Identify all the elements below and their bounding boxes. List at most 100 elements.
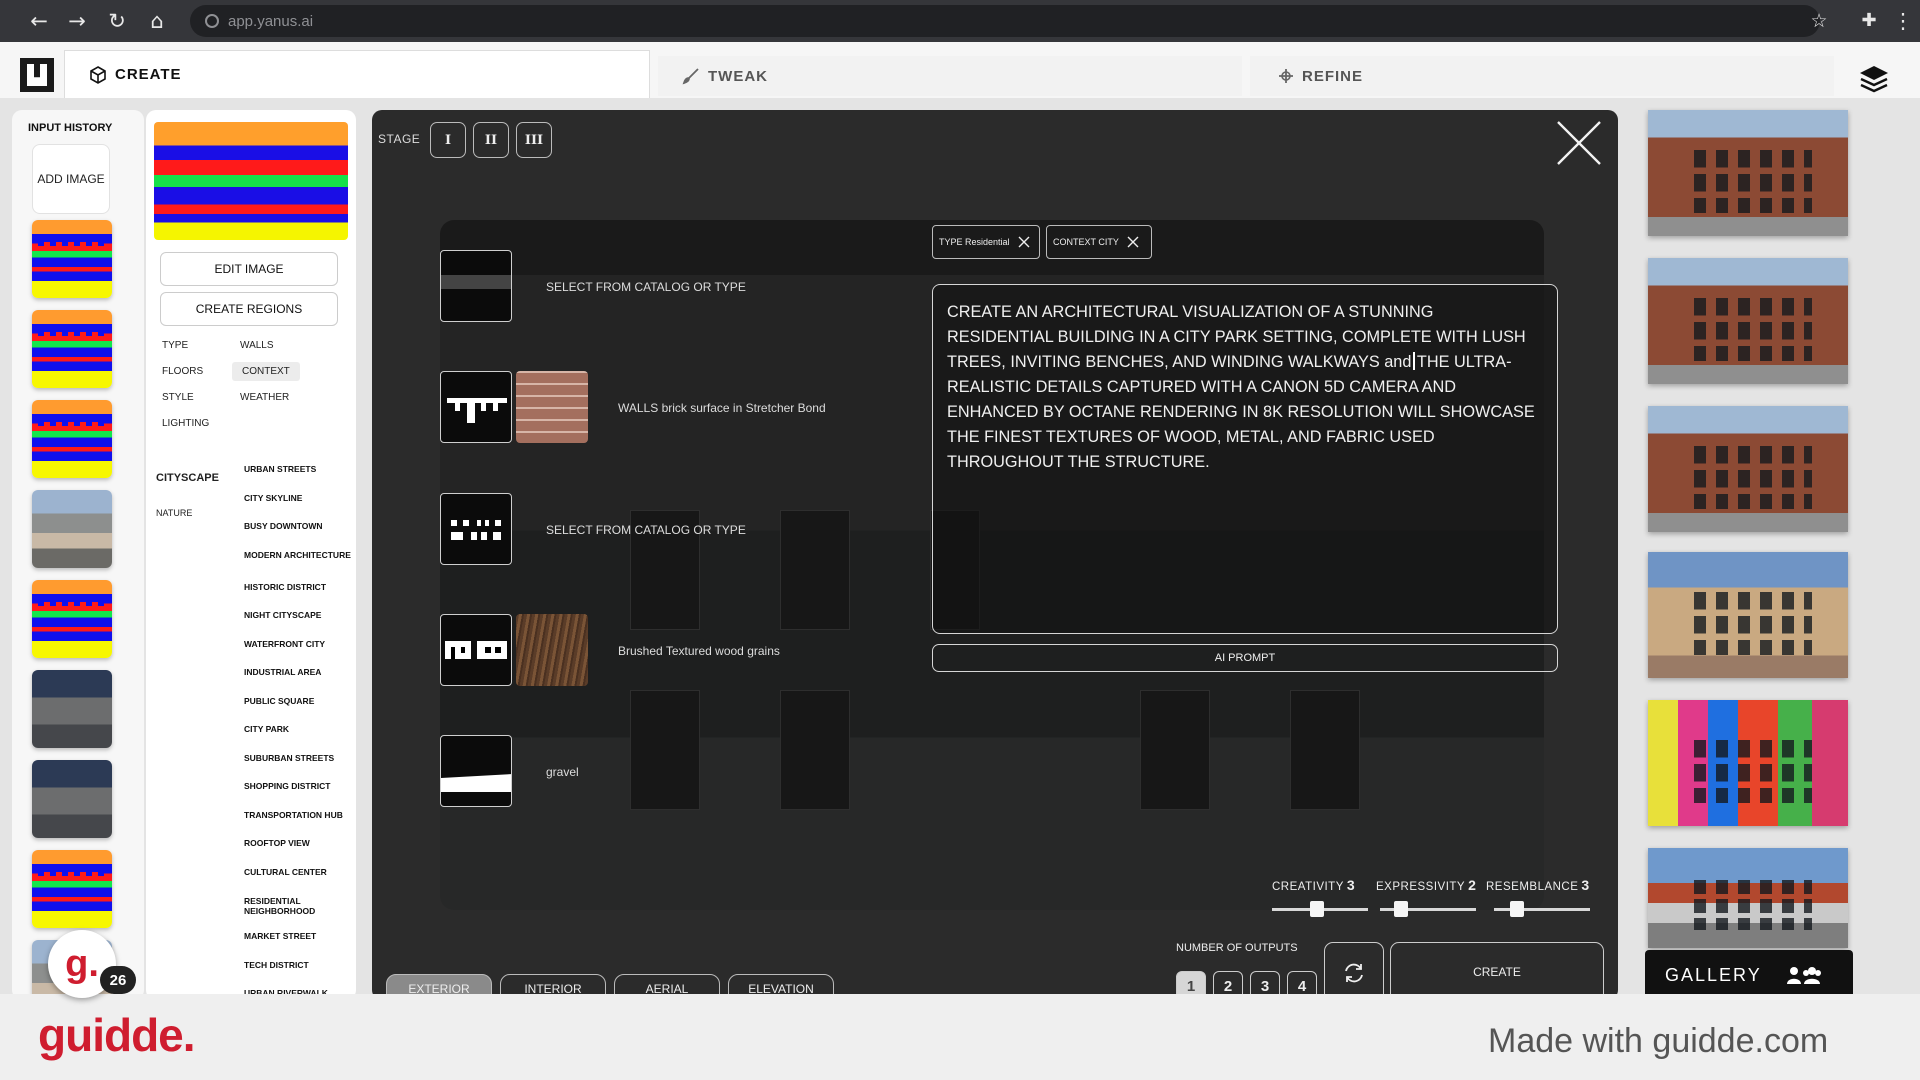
generated-image[interactable]	[1648, 700, 1848, 826]
layer-label[interactable]: SELECT FROM CATALOG OR TYPE	[546, 523, 746, 537]
context-item[interactable]: TECH DISTRICT	[244, 960, 352, 970]
prompt-textarea[interactable]: CREATE AN ARCHITECTURAL VISUALIZATION OF…	[932, 284, 1558, 634]
add-image-button[interactable]: ADD IMAGE	[32, 144, 110, 214]
context-item[interactable]: TRANSPORTATION HUB	[244, 810, 352, 820]
create-button[interactable]: CREATE	[1390, 942, 1604, 1000]
history-thumbnail[interactable]	[32, 760, 112, 838]
wood-texture-swatch[interactable]	[516, 614, 588, 686]
browser-menu-icon[interactable]: ⋮	[1890, 8, 1916, 34]
context-group-cityscape[interactable]: CITYSCAPE	[156, 472, 219, 484]
layer-label[interactable]: WALLS brick surface in Stretcher Bond	[618, 401, 826, 415]
layer-mask-ground[interactable]	[440, 735, 512, 807]
layer-label[interactable]: gravel	[546, 765, 579, 779]
back-arrow-icon[interactable]: ←	[26, 8, 52, 34]
refresh-icon	[1345, 963, 1363, 983]
stage-3-button[interactable]: III	[516, 122, 552, 158]
brick-texture-swatch[interactable]	[516, 371, 588, 443]
chip-type[interactable]: TYPE Residential	[932, 225, 1040, 259]
gallery-button[interactable]: GALLERY	[1645, 950, 1853, 1000]
tab-refine[interactable]: REFINE	[1250, 56, 1834, 96]
context-item[interactable]: MODERN ARCHITECTURE	[244, 550, 352, 560]
cube-icon	[90, 65, 106, 84]
layer-mask-type[interactable]	[440, 250, 512, 322]
layer-mask-wood[interactable]	[440, 614, 512, 686]
category-context[interactable]: CONTEXT	[232, 362, 300, 381]
site-info-icon[interactable]	[205, 14, 219, 28]
history-thumbnail[interactable]	[32, 850, 112, 928]
history-thumbnail[interactable]	[32, 400, 112, 478]
context-item[interactable]: CULTURAL CENTER	[244, 867, 352, 877]
context-item[interactable]: ROOFTOP VIEW	[244, 838, 352, 848]
stage-2-button[interactable]: II	[473, 122, 509, 158]
context-item[interactable]: PUBLIC SQUARE	[244, 696, 352, 706]
history-thumbnail[interactable]	[32, 310, 112, 388]
context-item[interactable]: CITY SKYLINE	[244, 493, 352, 503]
reload-icon[interactable]: ↻	[104, 8, 130, 34]
resemblance-label: RESEMBLANCE 3	[1486, 877, 1590, 893]
generated-image[interactable]	[1648, 552, 1848, 678]
history-thumbnail[interactable]	[32, 220, 112, 298]
regenerate-button[interactable]	[1324, 942, 1384, 1000]
generated-image[interactable]	[1648, 258, 1848, 384]
context-item[interactable]: NIGHT CITYSCAPE	[244, 610, 352, 620]
context-item[interactable]: MARKET STREET	[244, 931, 352, 941]
options-panel: EDIT IMAGE CREATE REGIONS TYPE WALLS FLO…	[146, 110, 356, 1000]
category-floors[interactable]: FLOORS	[154, 364, 211, 379]
layer-label[interactable]: Brushed Textured wood grains	[618, 644, 780, 658]
expressivity-slider-handle[interactable]	[1394, 901, 1408, 917]
context-item[interactable]: SHOPPING DISTRICT	[244, 781, 352, 791]
context-item[interactable]: WATERFRONT CITY	[244, 639, 352, 649]
layer-mask-windows[interactable]	[440, 493, 512, 565]
context-item[interactable]: INDUSTRIAL AREA	[244, 667, 352, 677]
generated-image[interactable]	[1648, 406, 1848, 532]
context-group-nature[interactable]: NATURE	[156, 508, 192, 518]
context-item[interactable]: URBAN STREETS	[244, 464, 352, 474]
category-style[interactable]: STYLE	[154, 390, 202, 405]
main-canvas: STAGE I II III SELECT FROM CATALOG OR TY…	[372, 110, 1618, 1000]
forward-arrow-icon[interactable]: →	[64, 8, 90, 34]
context-item[interactable]: SUBURBAN STREETS	[244, 753, 352, 763]
mask-thumbnail	[445, 641, 507, 659]
tab-refine-label: REFINE	[1302, 67, 1364, 85]
tab-tweak[interactable]: TWEAK	[658, 56, 1242, 96]
category-weather[interactable]: WEATHER	[232, 390, 297, 405]
ai-prompt-button[interactable]: AI PROMPT	[932, 644, 1558, 672]
history-thumbnail[interactable]	[32, 490, 112, 568]
chip-context[interactable]: CONTEXT CITY	[1046, 225, 1152, 259]
resemblance-slider-handle[interactable]	[1510, 901, 1524, 917]
address-bar[interactable]: app.yanus.ai	[190, 5, 1820, 37]
layer-label[interactable]: SELECT FROM CATALOG OR TYPE	[546, 280, 746, 294]
creativity-label: CREATIVITY 3	[1272, 877, 1356, 893]
context-item[interactable]: BUSY DOWNTOWN	[244, 521, 352, 531]
app-logo[interactable]	[20, 58, 54, 92]
context-item[interactable]: RESIDENTIAL NEIGHBORHOOD	[244, 896, 352, 916]
context-item[interactable]: CITY PARK	[244, 724, 352, 734]
history-thumbnail[interactable]	[32, 580, 112, 658]
close-icon[interactable]	[1554, 118, 1604, 168]
home-icon[interactable]: ⌂	[144, 8, 170, 34]
category-lighting[interactable]: LIGHTING	[154, 416, 217, 431]
context-item[interactable]: HISTORIC DISTRICT	[244, 582, 352, 592]
tab-create[interactable]: CREATE	[64, 50, 650, 98]
expressivity-label: EXPRESSIVITY 2	[1376, 877, 1477, 893]
category-type[interactable]: TYPE	[154, 338, 196, 353]
bookmark-star-icon[interactable]: ☆	[1806, 8, 1832, 34]
extensions-puzzle-icon[interactable]: ✚	[1856, 8, 1882, 34]
history-thumbnail[interactable]	[32, 670, 112, 748]
remove-chip-icon[interactable]	[1018, 236, 1030, 248]
tab-create-label: CREATE	[115, 66, 182, 83]
stage-1-button[interactable]: I	[430, 122, 466, 158]
layer-mask-walls[interactable]	[440, 371, 512, 443]
url-text: app.yanus.ai	[228, 13, 314, 30]
category-walls[interactable]: WALLS	[232, 338, 282, 353]
generated-image[interactable]	[1648, 848, 1848, 948]
create-regions-button[interactable]: CREATE REGIONS	[160, 292, 338, 326]
mask-thumbnail	[447, 398, 507, 423]
guidde-logo: guidde.	[38, 1009, 196, 1061]
layers-icon[interactable]	[1858, 64, 1890, 94]
resemblance-slider-track[interactable]	[1494, 908, 1590, 911]
creativity-slider-handle[interactable]	[1310, 901, 1324, 917]
generated-image[interactable]	[1648, 110, 1848, 236]
remove-chip-icon[interactable]	[1127, 236, 1139, 248]
edit-image-button[interactable]: EDIT IMAGE	[160, 252, 338, 286]
